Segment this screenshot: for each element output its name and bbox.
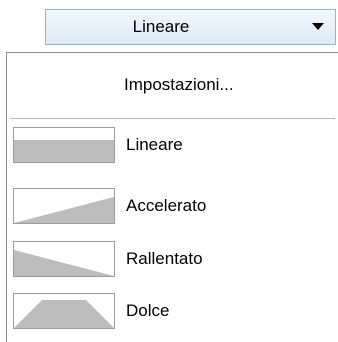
menu-item-accelerated[interactable]: Accelerato [10,184,330,228]
accelerated-curve-icon [13,188,115,224]
menu-item-label: Rallentato [126,249,203,268]
linear-curve-icon [13,127,115,163]
menu-item-decelerated[interactable]: Rallentato [10,237,330,281]
curve-type-dropdown[interactable]: Lineare [45,9,336,45]
chevron-down-icon [312,23,324,30]
curve-type-menu: Impostazioni... Lineare Accelerato Ralle… [6,52,338,342]
menu-separator [10,118,335,119]
menu-item-label: Lineare [126,135,183,154]
menu-item-linear[interactable]: Lineare [10,123,330,167]
menu-item-label: Dolce [126,301,170,320]
smooth-curve-icon [13,293,115,329]
menu-item-smooth[interactable]: Dolce [10,289,330,333]
settings-menu-item[interactable]: Impostazioni... [124,70,234,100]
decelerated-curve-icon [13,241,115,277]
menu-item-label: Accelerato [126,196,207,215]
dropdown-selected-label: Lineare [132,17,190,36]
